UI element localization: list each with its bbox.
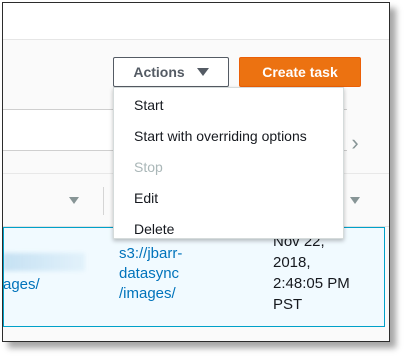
- menu-item-delete[interactable]: Delete: [114, 214, 343, 245]
- actions-button[interactable]: Actions: [113, 57, 229, 87]
- menu-item-stop: Stop: [134, 159, 163, 175]
- source-location-link[interactable]: ages/: [3, 275, 40, 295]
- destination-line: datasync: [119, 265, 180, 282]
- sort-caret-icon[interactable]: [350, 197, 360, 204]
- next-page-chevron-icon[interactable]: ›: [347, 131, 363, 155]
- column-divider: [103, 187, 104, 215]
- actions-button-label: Actions: [133, 64, 185, 80]
- redacted-text: [3, 253, 85, 271]
- actions-dropdown-menu: Start Start with overriding options Stop…: [113, 87, 344, 239]
- destination-location-link[interactable]: s3://jbarr- datasync /images/: [119, 244, 182, 304]
- creation-time-line: PST: [273, 296, 303, 313]
- create-task-button[interactable]: Create task: [239, 57, 361, 87]
- destination-line: /images/: [119, 285, 176, 302]
- creation-time-line: 2:48:05 PM: [273, 275, 350, 292]
- create-task-label: Create task: [262, 64, 338, 80]
- destination-line: s3://jbarr-: [119, 245, 183, 262]
- menu-item-start-with-overriding-options[interactable]: Start with overriding options: [114, 121, 343, 152]
- creation-time-line: 2018,: [273, 254, 311, 271]
- menu-item-edit[interactable]: Edit: [114, 183, 343, 214]
- caret-down-icon: [196, 68, 209, 76]
- menu-item-start[interactable]: Start: [114, 90, 343, 121]
- sort-caret-icon[interactable]: [69, 197, 79, 204]
- screenshot-frame: › ages/ s3://jbarr- datasync /images/ No…: [2, 2, 390, 342]
